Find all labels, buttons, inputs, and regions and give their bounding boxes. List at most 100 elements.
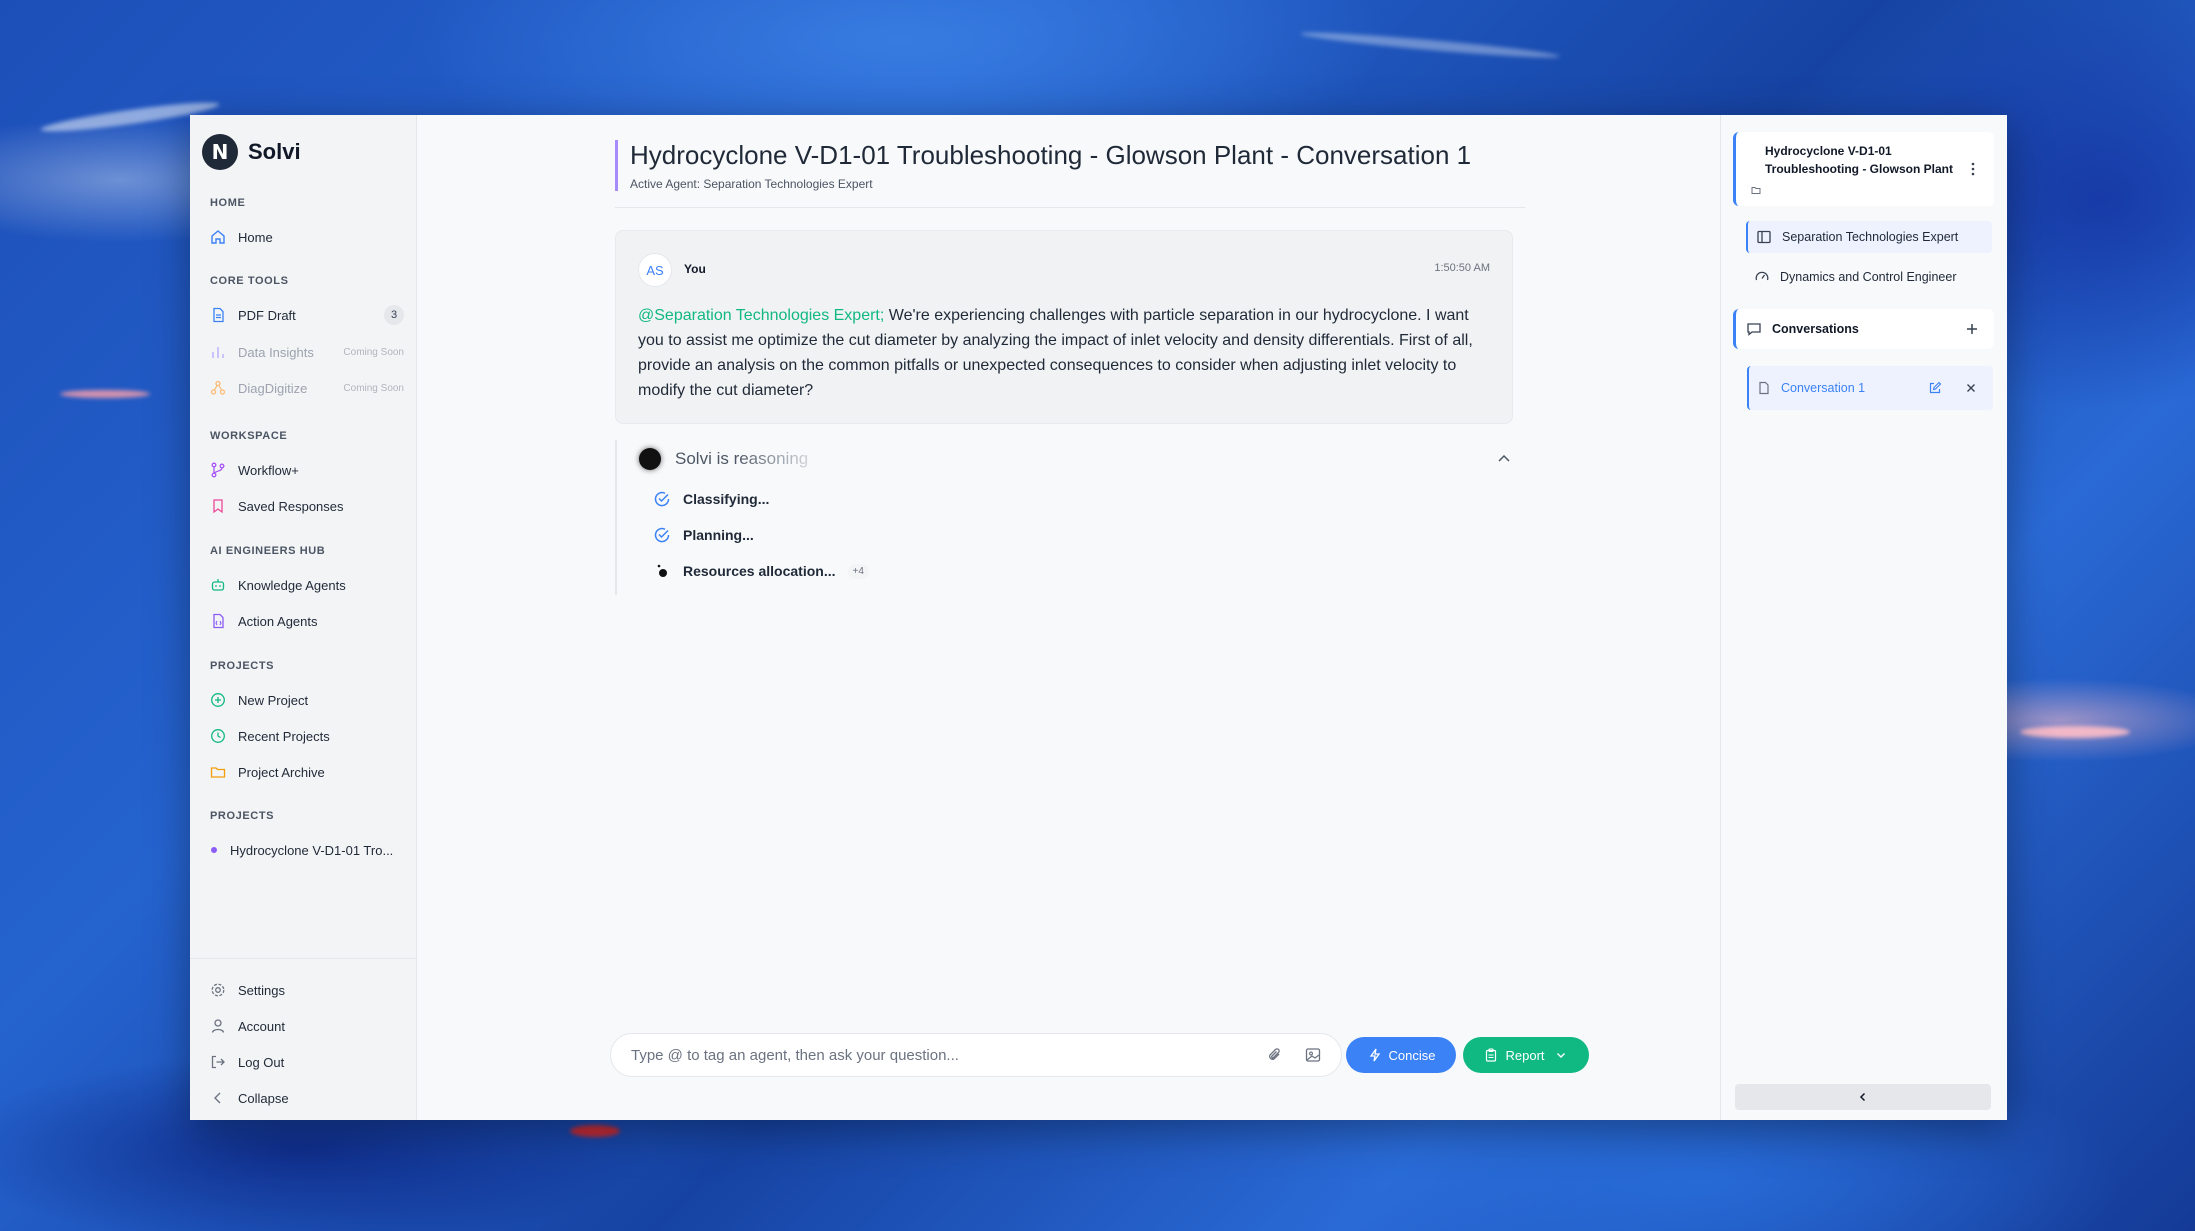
sidebar-item-settings[interactable]: Settings	[206, 975, 404, 1005]
git-branch-icon	[210, 462, 226, 478]
brand: N Solvi	[190, 115, 416, 172]
section-label-projects: PROJECTS	[210, 660, 275, 672]
chat-icon	[1746, 321, 1762, 337]
report-button[interactable]: Report	[1463, 1037, 1589, 1073]
project-options-button[interactable]	[1966, 160, 1980, 178]
gauge-icon	[1754, 269, 1770, 285]
sidebar-item-account[interactable]: Account	[206, 1011, 404, 1041]
agent-item-dynamics[interactable]: Dynamics and Control Engineer	[1746, 261, 1990, 293]
more-steps-badge: +4	[847, 563, 869, 579]
sidebar-item-label: Recent Projects	[238, 728, 330, 744]
clock-icon	[210, 728, 226, 744]
section-label-home: HOME	[210, 197, 246, 209]
coming-soon-label: Coming Soon	[343, 346, 404, 358]
conversation-label: Conversation 1	[1781, 381, 1866, 395]
file-code-icon	[210, 613, 226, 629]
sidebar-item-recent-projects[interactable]: Recent Projects	[206, 721, 404, 751]
loading-spinner-icon	[639, 448, 661, 470]
check-circle-icon	[653, 526, 671, 544]
sidebar-item-project-archive[interactable]: Project Archive	[206, 757, 404, 787]
sidebar-item-pdf-draft[interactable]: PDF Draft 3	[206, 300, 404, 330]
conversations-header: Conversations	[1733, 309, 1994, 349]
sidebar-item-saved-responses[interactable]: Saved Responses	[206, 491, 404, 521]
sidebar-item-logout[interactable]: Log Out	[206, 1047, 404, 1077]
project-title: Hydrocyclone V-D1-01 Troubleshooting - G…	[1765, 144, 1953, 176]
left-sidebar: N Solvi HOME Home CORE TOOLS PDF Draft 3…	[190, 115, 417, 1120]
agent-label: Separation Technologies Expert	[1782, 230, 1959, 244]
attach-file-button[interactable]	[1265, 1045, 1285, 1065]
sidebar-item-knowledge-agents[interactable]: Knowledge Agents	[206, 570, 404, 600]
agent-item-separation[interactable]: Separation Technologies Expert	[1746, 221, 1992, 253]
logout-icon	[210, 1054, 226, 1070]
question-input[interactable]	[629, 1045, 1265, 1065]
sidebar-bottom	[190, 958, 416, 959]
message-sender: You	[684, 262, 706, 276]
book-icon	[1756, 229, 1772, 245]
file-icon	[1757, 381, 1771, 395]
paperclip-icon	[1269, 1048, 1280, 1060]
sidebar-item-label: Collapse	[238, 1090, 289, 1106]
user-icon	[210, 1018, 226, 1034]
sidebar-item-label: Hydrocyclone V-D1-01 Tro...	[230, 842, 394, 858]
main-content: Hydrocyclone V-D1-01 Troubleshooting - G…	[417, 115, 1720, 1120]
concise-button[interactable]: Concise	[1346, 1037, 1456, 1073]
project-card[interactable]: Hydrocyclone V-D1-01 Troubleshooting - G…	[1733, 132, 1994, 206]
sidebar-item-label: Data Insights	[238, 344, 314, 360]
sidebar-item-label: Project Archive	[238, 764, 325, 780]
collapse-reasoning-button[interactable]	[1495, 450, 1513, 468]
edit-conversation-button[interactable]	[1927, 380, 1943, 396]
new-conversation-button[interactable]	[1964, 321, 1980, 337]
plus-icon	[1967, 324, 1977, 334]
check-circle-icon	[653, 490, 671, 508]
background-streak	[1300, 28, 1560, 62]
background-streak	[2020, 726, 2130, 738]
close-conversation-button[interactable]	[1963, 380, 1979, 396]
collapse-right-panel-button[interactable]	[1735, 1084, 1991, 1110]
background-streak	[60, 390, 150, 398]
sidebar-item-label: Home	[238, 229, 273, 245]
avatar: AS	[638, 253, 672, 287]
attach-image-button[interactable]	[1303, 1045, 1323, 1065]
sidebar-item-workflow[interactable]: Workflow+	[206, 455, 404, 485]
chevron-left-icon	[1859, 1092, 1866, 1102]
app-window: N Solvi HOME Home CORE TOOLS PDF Draft 3…	[190, 115, 2007, 1120]
sidebar-collapse-button[interactable]: Collapse	[206, 1083, 404, 1113]
sidebar-item-label: PDF Draft	[238, 307, 296, 323]
bookmark-icon	[210, 498, 226, 514]
conversations-label: Conversations	[1772, 322, 1859, 336]
folder-icon	[1751, 182, 1761, 194]
sidebar-item-label: Action Agents	[238, 613, 318, 629]
folder-icon	[210, 764, 226, 780]
user-message-card: AS You 1:50:50 AM @Separation Technologi…	[615, 230, 1513, 424]
kebab-menu-icon	[1971, 162, 1975, 176]
message-composer	[610, 1033, 1342, 1077]
sidebar-item-label: Workflow+	[238, 462, 299, 478]
close-icon	[1967, 384, 1975, 392]
sidebar-item-new-project[interactable]: New Project	[206, 685, 404, 715]
gear-icon	[210, 982, 226, 998]
step-label: Planning...	[683, 527, 754, 543]
reasoning-header: Solvi is reasoning	[639, 448, 808, 470]
sidebar-item-label: New Project	[238, 692, 309, 708]
agent-mention: @Separation Technologies Expert;	[638, 307, 885, 324]
page-title: Hydrocyclone V-D1-01 Troubleshooting - G…	[630, 140, 1472, 170]
clipboard-icon	[1483, 1047, 1499, 1063]
reasoning-step: Resources allocation... +4	[653, 562, 869, 580]
lightning-icon	[1367, 1047, 1383, 1063]
sidebar-item-project-hydrocyclone[interactable]: Hydrocyclone V-D1-01 Tro...	[206, 835, 404, 865]
sidebar-item-label: Settings	[238, 982, 285, 998]
chevron-left-icon	[210, 1090, 226, 1106]
background-streak	[570, 1125, 620, 1137]
active-agent-label: Active Agent: Separation Technologies Ex…	[630, 177, 873, 191]
reasoning-title: Solvi is reasoning	[675, 449, 809, 468]
sidebar-item-home[interactable]: Home	[206, 222, 404, 252]
sidebar-item-label: DiagDigitize	[238, 380, 308, 396]
sidebar-item-action-agents[interactable]: Action Agents	[206, 606, 404, 636]
reasoning-step: Classifying...	[653, 490, 769, 508]
agent-label: Dynamics and Control Engineer	[1780, 270, 1957, 284]
message-body: @Separation Technologies Expert; We're e…	[638, 303, 1488, 403]
brand-logo: N	[202, 134, 238, 170]
edit-icon	[1929, 381, 1942, 394]
conversation-item[interactable]: Conversation 1	[1747, 366, 1993, 410]
loading-dots-icon	[653, 562, 671, 580]
